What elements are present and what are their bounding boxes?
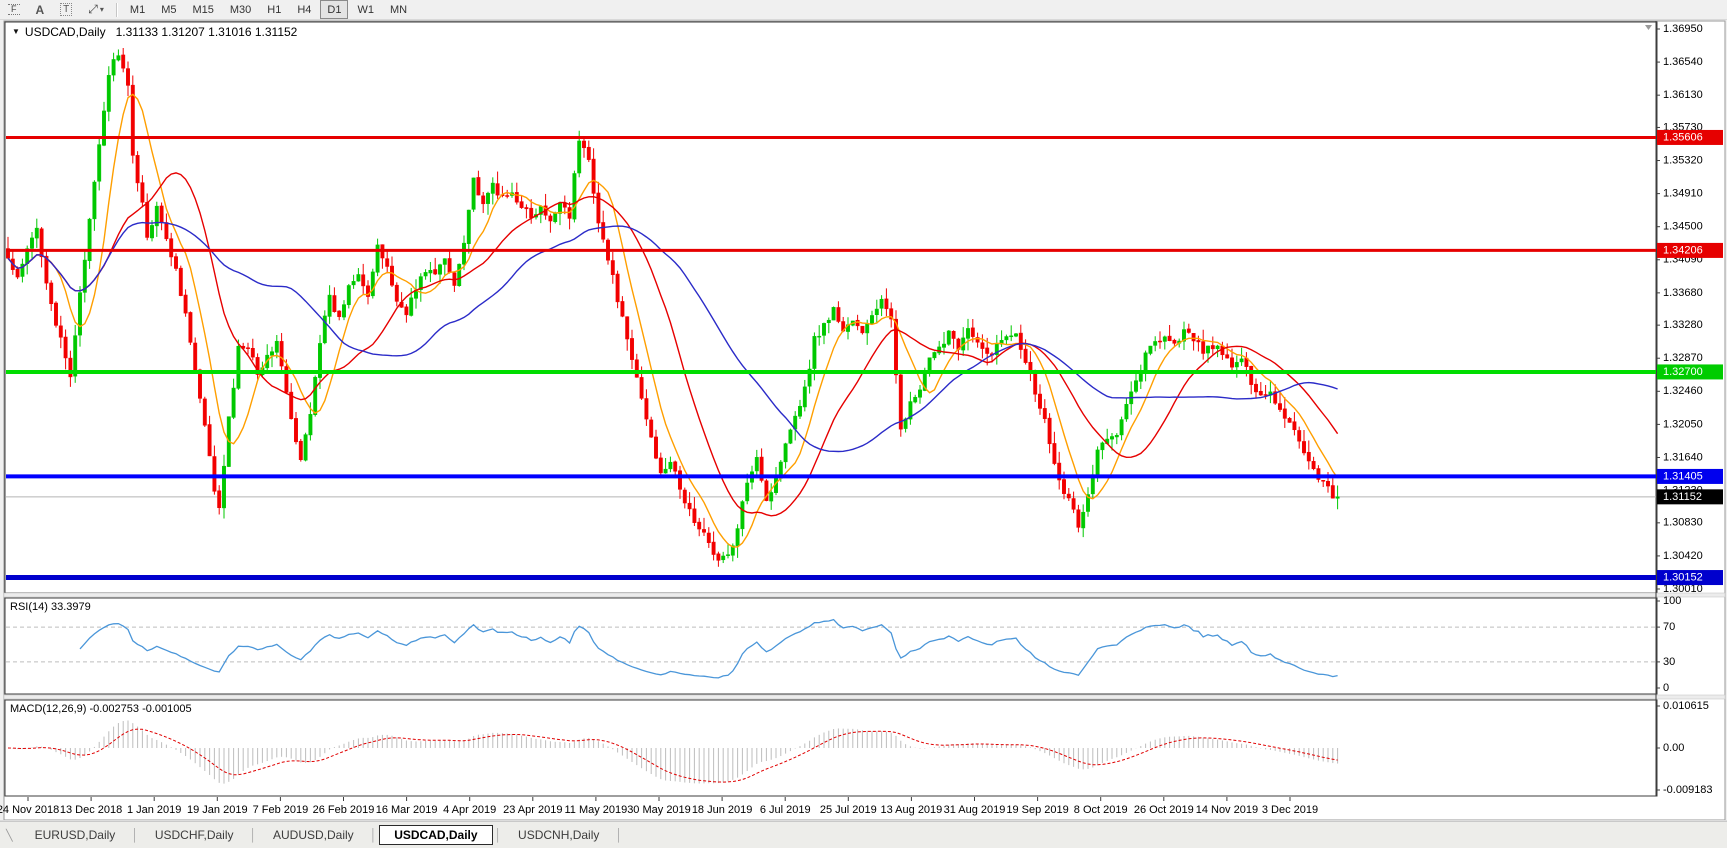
price-tick-label: 1.32460 (1663, 385, 1703, 397)
price-badge-label: 1.31152 (1663, 491, 1702, 503)
rsi-tick-label: 70 (1663, 621, 1675, 633)
timeframe-button-H4[interactable]: H4 (290, 0, 318, 19)
date-label: 7 Feb 2019 (253, 804, 309, 816)
tab-USDCHF-Daily[interactable]: USDCHF,Daily (141, 826, 248, 844)
timeframe-button-W1[interactable]: W1 (350, 0, 381, 19)
quote-collapse-icon[interactable]: ▼ (12, 27, 20, 36)
date-label: 4 Apr 2019 (443, 804, 496, 816)
text-tool-button[interactable]: A (29, 0, 52, 19)
toolbar: F A T ⤢ ▾ M1 M5 M15 M30 H1 H4 D1 W1 MN (0, 0, 1727, 20)
price-tick-label: 1.30830 (1663, 517, 1703, 529)
date-label: 26 Oct 2019 (1134, 804, 1194, 816)
price-tick-label: 1.36130 (1663, 89, 1703, 101)
price-badge-label: 1.30152 (1663, 571, 1703, 583)
tab-USDCNH-Daily[interactable]: USDCNH,Daily (504, 826, 613, 844)
chevron-down-icon: ▾ (99, 5, 104, 14)
toolbar-separator (115, 2, 118, 17)
tab-separator: │ (615, 828, 623, 842)
price-tick-label: 1.34910 (1663, 188, 1703, 200)
tab-separator: │ (249, 828, 258, 842)
date-label: 1 Jan 2019 (127, 804, 181, 816)
macd-indicator-label: MACD(12,26,9) -0.002753 -0.001005 (10, 703, 192, 715)
fibonacci-tool-icon: F (8, 4, 20, 15)
date-label: 31 Aug 2019 (944, 804, 1006, 816)
trading-terminal-window: { "toolbar": { "drawing_tools": [ {"icon… (0, 0, 1727, 848)
tab-EURUSD-Daily[interactable]: EURUSD,Daily (21, 826, 130, 844)
date-label: 19 Sep 2019 (1006, 804, 1068, 816)
date-label: 30 May 2019 (627, 804, 691, 816)
date-label: 3 Dec 2019 (1262, 804, 1318, 816)
fibonacci-tool-button[interactable]: F (1, 0, 27, 19)
arrows-tool-button[interactable]: ⤢ ▾ (81, 0, 111, 19)
chart-quote-line: 1.31133 1.31207 1.31016 1.31152 (115, 25, 298, 39)
rsi-tick-label: 100 (1663, 595, 1681, 607)
tab-separator: │ (494, 828, 503, 842)
timeframe-group: M1 M5 M15 M30 H1 H4 D1 W1 MN (122, 0, 415, 19)
price-tick-label: 1.35320 (1663, 154, 1703, 166)
price-badge-label: 1.35606 (1663, 131, 1703, 143)
chart-title: ▼ USDCAD,Daily 1.31133 1.31207 1.31016 1.3… (12, 25, 297, 39)
date-label: 8 Oct 2019 (1074, 804, 1128, 816)
date-label: 24 Nov 2018 (0, 804, 59, 816)
price-tick-label: 1.30420 (1663, 550, 1703, 562)
chart-canvas[interactable]: 1.369501.365401.361301.357301.353201.349… (0, 0, 1727, 848)
price-tick-label: 1.34500 (1663, 221, 1703, 233)
rsi-tick-label: 30 (1663, 656, 1675, 668)
rsi-tick-label: 0 (1663, 682, 1669, 694)
timeframe-button-MN[interactable]: MN (383, 0, 414, 19)
text-tool-icon: A (35, 2, 45, 17)
rsi-indicator-label: RSI(14) 33.3979 (10, 601, 91, 613)
date-label: 25 Jul 2019 (820, 804, 877, 816)
price-badge-label: 1.32700 (1663, 366, 1703, 378)
date-label: 14 Nov 2019 (1196, 804, 1258, 816)
macd-tick-label: 0.010615 (1663, 700, 1709, 712)
date-label: 6 Jul 2019 (760, 804, 811, 816)
symbol-tabbar: ╲ EURUSD,Daily │ USDCHF,Daily │ AUDUSD,Daily… (0, 821, 1727, 848)
date-label: 19 Jan 2019 (187, 804, 248, 816)
date-label: 13 Dec 2018 (60, 804, 122, 816)
timeframe-button-M1[interactable]: M1 (123, 0, 152, 19)
date-label: 26 Feb 2019 (313, 804, 375, 816)
label-tool-button[interactable]: T (53, 0, 79, 19)
panel-divider[interactable] (3, 694, 1726, 700)
date-label: 16 Mar 2019 (376, 804, 438, 816)
tab-USDCAD-Daily[interactable]: USDCAD,Daily (379, 825, 493, 845)
tab-AUDUSD-Daily[interactable]: AUDUSD,Daily (259, 826, 368, 844)
price-tick-label: 1.36950 (1663, 23, 1703, 35)
price-badge-label: 1.34206 (1663, 244, 1703, 256)
timeframe-button-M5[interactable]: M5 (154, 0, 183, 19)
timeframe-button-D1[interactable]: D1 (320, 0, 349, 19)
price-tick-label: 1.33280 (1663, 319, 1703, 331)
tab-corner-icon: ╲ (6, 829, 13, 842)
date-label: 18 Jun 2019 (692, 804, 753, 816)
timeframe-button-M15[interactable]: M15 (185, 0, 220, 19)
label-tool-icon: T (60, 3, 73, 16)
tab-separator: │ (131, 828, 139, 842)
arrows-tool-icon: ⤢ (88, 2, 98, 16)
price-tick-label: 1.31640 (1663, 451, 1703, 463)
panel-divider[interactable] (3, 592, 1726, 598)
price-tick-label: 1.32050 (1663, 418, 1703, 430)
date-label: 23 Apr 2019 (503, 804, 562, 816)
macd-tick-label: -0.009183 (1663, 784, 1713, 796)
timeframe-button-M30[interactable]: M30 (223, 0, 258, 19)
price-tick-label: 1.33680 (1663, 287, 1703, 299)
tab-separator: │ (369, 828, 378, 842)
main-price-panel[interactable] (4, 21, 1658, 594)
date-label: 11 May 2019 (565, 804, 628, 816)
price-tick-label: 1.32870 (1663, 352, 1703, 364)
price-tick-label: 1.36540 (1663, 56, 1703, 68)
price-badge-label: 1.31405 (1663, 470, 1703, 482)
timeframe-button-H1[interactable]: H1 (260, 0, 288, 19)
date-label: 13 Aug 2019 (881, 804, 943, 816)
rsi-panel[interactable] (4, 597, 1658, 695)
macd-tick-label: 0.00 (1663, 742, 1684, 754)
chart-symbol-label: USDCAD,Daily (24, 25, 106, 39)
